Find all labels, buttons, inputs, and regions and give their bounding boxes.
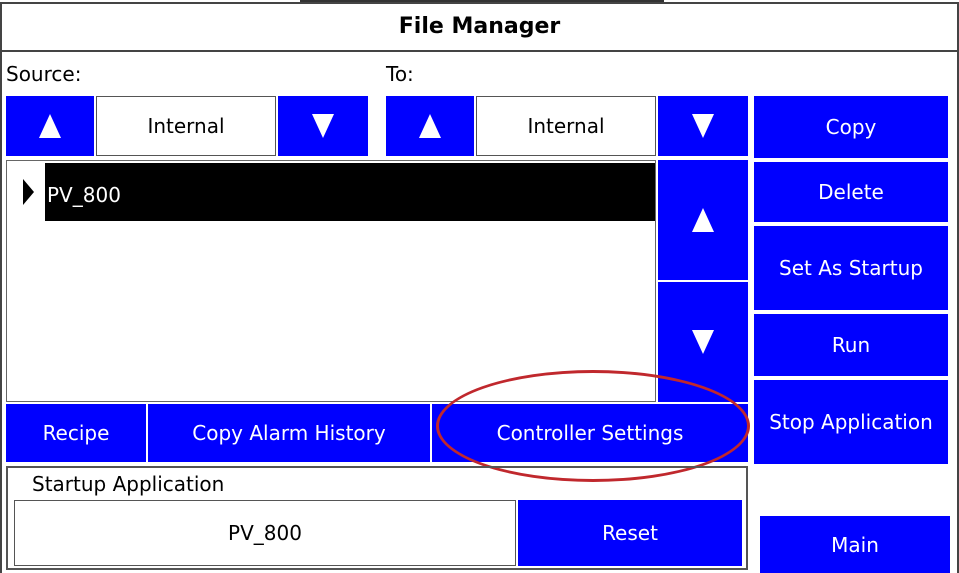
startup-application-label: Startup Application — [32, 472, 225, 496]
title-divider — [0, 50, 959, 52]
source-label: Source: — [6, 62, 82, 86]
up-arrow-icon — [419, 114, 441, 138]
copy-button[interactable]: Copy — [754, 96, 948, 158]
startup-application-field: PV_800 — [14, 500, 516, 566]
destination-up-button[interactable] — [386, 96, 474, 156]
main-button[interactable]: Main — [760, 516, 950, 573]
destination-down-button[interactable] — [658, 96, 748, 156]
up-arrow-icon — [692, 208, 714, 232]
selection-marker-icon — [23, 179, 34, 205]
down-arrow-icon — [692, 330, 714, 354]
down-arrow-icon — [692, 114, 714, 138]
run-button[interactable]: Run — [754, 314, 948, 376]
reset-button[interactable]: Reset — [518, 500, 742, 566]
recipe-button[interactable]: Recipe — [6, 404, 146, 462]
source-down-button[interactable] — [278, 96, 368, 156]
delete-button[interactable]: Delete — [754, 162, 948, 222]
source-up-button[interactable] — [6, 96, 94, 156]
file-name: PV_800 — [47, 183, 121, 207]
list-scroll-up-button[interactable] — [658, 160, 748, 280]
file-list[interactable]: PV_800 — [6, 160, 656, 402]
up-arrow-icon — [39, 114, 61, 138]
list-item[interactable]: PV_800 — [45, 163, 655, 221]
destination-field: Internal — [476, 96, 656, 156]
set-as-startup-button[interactable]: Set As Startup — [754, 226, 948, 310]
copy-alarm-history-button[interactable]: Copy Alarm History — [148, 404, 430, 462]
stop-application-button[interactable]: Stop Application — [754, 380, 948, 464]
source-field: Internal — [96, 96, 276, 156]
to-label: To: — [386, 62, 414, 86]
down-arrow-icon — [312, 114, 334, 138]
page-title: File Manager — [398, 14, 561, 39]
